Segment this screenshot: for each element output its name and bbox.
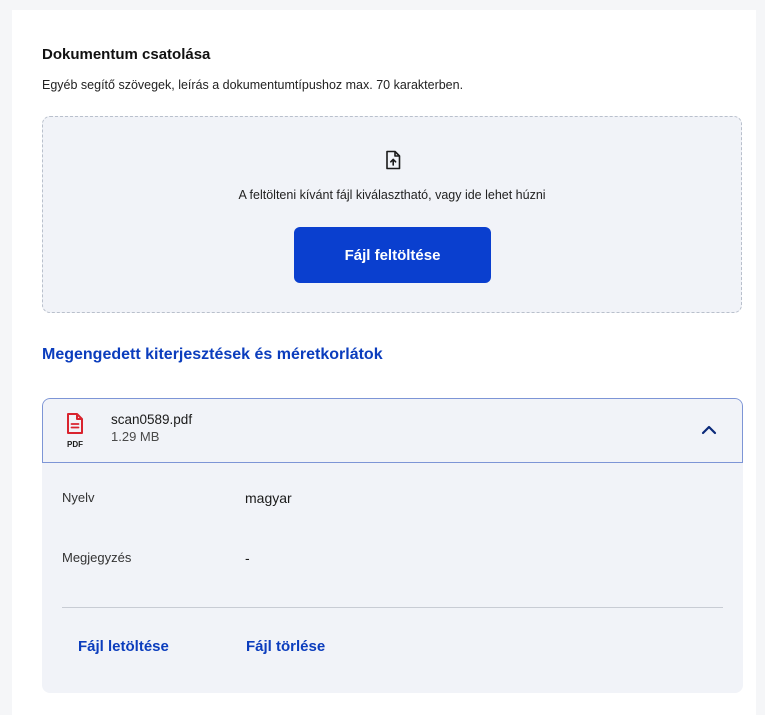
download-file-link[interactable]: Fájl letöltése bbox=[78, 638, 169, 655]
file-size: 1.29 MB bbox=[111, 429, 160, 444]
dropzone-text: A feltölteni kívánt fájl kiválasztható, … bbox=[238, 188, 546, 202]
file-upload-icon bbox=[386, 150, 401, 170]
detail-value-note: - bbox=[245, 550, 250, 566]
section-title: Dokumentum csatolása bbox=[42, 46, 211, 63]
pdf-icon-label: PDF bbox=[67, 440, 83, 449]
detail-label-language: Nyelv bbox=[62, 490, 95, 505]
file-accordion: PDF scan0589.pdf 1.29 MB Nyelv magyar Me… bbox=[42, 398, 743, 693]
section-subtitle: Egyéb segítő szövegek, leírás a dokument… bbox=[42, 78, 464, 92]
file-name: scan0589.pdf bbox=[111, 412, 193, 427]
detail-value-language: magyar bbox=[245, 490, 292, 506]
chevron-up-icon[interactable] bbox=[698, 419, 720, 441]
allowed-extensions-link[interactable]: Megengedett kiterjesztések és méretkorlá… bbox=[42, 346, 383, 364]
upload-file-button[interactable]: Fájl feltöltése bbox=[294, 227, 491, 283]
attach-document-card: Dokumentum csatolása Egyéb segítő szöveg… bbox=[12, 10, 756, 715]
pdf-file-icon: PDF bbox=[67, 413, 83, 449]
detail-label-note: Megjegyzés bbox=[62, 550, 132, 565]
file-accordion-header[interactable]: PDF scan0589.pdf 1.29 MB bbox=[42, 398, 743, 463]
file-dropzone[interactable]: A feltölteni kívánt fájl kiválasztható, … bbox=[42, 116, 742, 313]
delete-file-link[interactable]: Fájl törlése bbox=[246, 638, 325, 655]
divider bbox=[62, 607, 723, 608]
